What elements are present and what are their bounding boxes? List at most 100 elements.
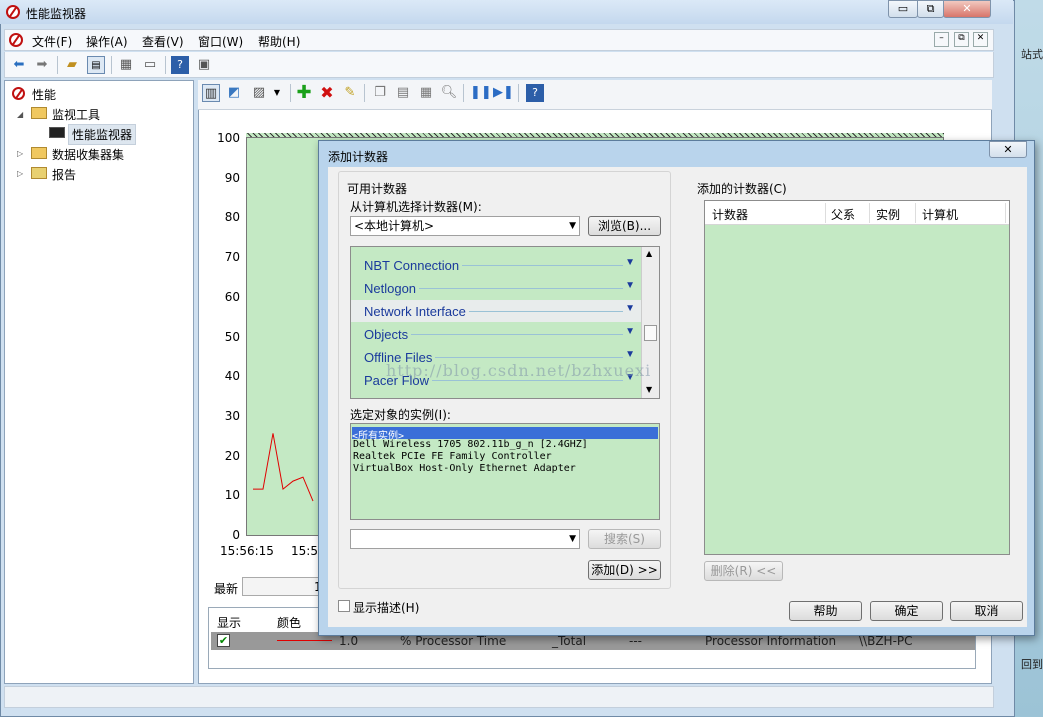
instance-item-all[interactable]: <所有实例> — [352, 427, 658, 442]
menu-file[interactable]: 文件(F) — [32, 33, 72, 50]
chevron-down-icon[interactable]: ▼ — [625, 349, 635, 360]
watermark-text: http://blog.csdn.net/bzhxuexi — [386, 361, 652, 380]
show-tree-icon[interactable]: ▤ — [87, 56, 105, 74]
change-graph-type-icon[interactable]: ◩ — [225, 84, 243, 102]
show-description-label: 显示描述(H) — [353, 601, 420, 615]
counter-item[interactable]: Netlogon ▼ — [351, 277, 641, 299]
chevron-down-icon[interactable]: ▼ — [569, 217, 576, 235]
delete-counter-icon[interactable]: ✖ — [318, 84, 336, 102]
ok-button[interactable]: 确定 — [870, 601, 943, 621]
properties-icon[interactable]: ▦ — [417, 84, 435, 102]
doc-restore-icon[interactable]: ⧉ — [954, 32, 969, 47]
title-bar[interactable]: 性能监视器 ▭ ⧉ ✕ — [0, 0, 1013, 24]
chevron-down-icon[interactable]: ▼ — [268, 84, 286, 102]
desktop-text-fragment: 回到 — [1021, 658, 1043, 671]
y-tick-label: 20 — [224, 448, 240, 463]
computer-combobox-value: <本地计算机> — [354, 219, 435, 233]
zoom-icon[interactable]: 🔍︎ — [440, 84, 458, 102]
folder-icon — [31, 147, 47, 159]
collapse-arrow-icon[interactable]: ▷ — [17, 149, 23, 158]
menu-help[interactable]: 帮助(H) — [258, 33, 300, 50]
view-graph-icon[interactable]: ▥ — [202, 84, 220, 102]
desktop-text-fragment: 站式 — [1021, 48, 1043, 61]
menu-view[interactable]: 查看(V) — [142, 33, 184, 50]
tree-item-monitor-tools[interactable]: 监视工具 — [52, 106, 100, 123]
menu-window[interactable]: 窗口(W) — [198, 33, 243, 50]
cancel-button[interactable]: 取消 — [950, 601, 1023, 621]
collapse-arrow-icon[interactable]: ▷ — [17, 169, 23, 178]
counter-item[interactable]: Network Interface ▼ — [351, 300, 641, 322]
browse-button[interactable]: 浏览(B)... — [588, 216, 661, 236]
print-icon[interactable]: ▭ — [141, 56, 159, 74]
menu-action[interactable]: 操作(A) — [86, 33, 128, 50]
legend-parent: --- — [629, 634, 642, 648]
scroll-thumb[interactable] — [644, 325, 657, 341]
add-counter-icon[interactable]: ✚ — [295, 84, 313, 102]
pause-icon[interactable]: ❚❚ — [470, 84, 492, 102]
y-tick-label: 0 — [232, 528, 240, 542]
up-folder-icon[interactable]: ▰ — [63, 56, 81, 74]
search-button[interactable]: 搜索(S) — [588, 529, 661, 549]
highlight-icon[interactable]: ✎ — [341, 84, 359, 102]
computer-combobox[interactable]: <本地计算机> ▼ — [350, 216, 580, 236]
show-description-checkbox[interactable] — [338, 600, 350, 612]
added-counters-list[interactable]: 计数器 父系 实例 计算机 — [704, 200, 1010, 555]
chevron-down-icon[interactable]: ▼ — [625, 303, 635, 314]
tree-item-perf-monitor[interactable]: 性能监视器 — [68, 124, 137, 145]
minimize-button[interactable]: ▭ — [888, 0, 918, 18]
counter-item[interactable]: NBT Connection ▼ — [351, 254, 641, 276]
chevron-down-icon[interactable]: ▼ — [569, 530, 576, 548]
chevron-down-icon[interactable]: ▼ — [625, 257, 635, 268]
instance-item[interactable]: Realtek PCIe FE Family Controller — [353, 451, 552, 462]
perf-root-icon — [12, 87, 25, 100]
update-data-icon[interactable]: ▶❚ — [493, 84, 514, 102]
dialog-close-button[interactable]: ✕ — [989, 141, 1027, 158]
legend-header-color: 颜色 — [277, 616, 302, 630]
y-tick-label: 60 — [224, 289, 240, 304]
copy-icon[interactable]: ❐ — [371, 84, 389, 102]
help-icon[interactable]: ? — [171, 56, 189, 74]
paste-icon[interactable]: ▤ — [394, 84, 412, 102]
scroll-up-icon[interactable]: ▲ — [646, 249, 652, 258]
chevron-down-icon[interactable]: ▼ — [625, 326, 635, 337]
expand-arrow-icon[interactable]: ◢ — [17, 110, 23, 119]
y-tick-label: 10 — [224, 488, 240, 503]
tree-item-data-collector-sets[interactable]: 数据收集器集 — [52, 146, 124, 163]
graph-type-menu-icon[interactable]: ▨ — [250, 84, 268, 102]
status-bar — [4, 686, 994, 708]
properties-icon[interactable]: ▦ — [117, 56, 135, 74]
maximize-button[interactable]: ⧉ — [917, 0, 944, 18]
forward-arrow-icon[interactable]: ➡ — [33, 56, 51, 74]
doc-minimize-icon[interactable]: – — [934, 32, 949, 47]
y-tick-label: 50 — [224, 329, 240, 344]
help-icon[interactable]: ? — [526, 84, 544, 102]
column-header-counter[interactable]: 计数器 — [712, 206, 748, 223]
remove-button[interactable]: 删除(R) << — [704, 561, 783, 581]
add-button[interactable]: 添加(D) >> — [588, 560, 661, 580]
legend-show-checkbox[interactable]: ✔ — [217, 634, 230, 647]
search-combobox[interactable]: ▼ — [350, 529, 580, 549]
instance-item[interactable]: VirtualBox Host-Only Ethernet Adapter — [353, 463, 576, 474]
counter-item[interactable]: Objects ▼ — [351, 323, 641, 345]
instances-list[interactable]: <所有实例> Dell Wireless 1705 802.11b_g_n [2… — [350, 423, 660, 520]
monitor-chart-icon — [49, 127, 65, 138]
window-title: 性能监视器 — [26, 7, 87, 21]
monitor-toolbar: ▥ ◩ ▨ ▼ ✚ ✖ ✎ ❐ ▤ ▦ 🔍︎ ❚❚ ▶❚ ? — [198, 80, 992, 110]
instance-item[interactable]: Dell Wireless 1705 802.11b_g_n [2.4GHZ] — [353, 439, 588, 450]
column-header-parent[interactable]: 父系 — [831, 206, 855, 223]
console-icon[interactable]: ▣ — [195, 56, 213, 74]
column-header-instance[interactable]: 实例 — [876, 206, 900, 223]
close-button[interactable]: ✕ — [943, 0, 991, 18]
tree-item-reports[interactable]: 报告 — [52, 166, 76, 183]
back-arrow-icon[interactable]: ⬅ — [10, 56, 28, 74]
document-icon[interactable] — [9, 33, 23, 47]
doc-close-icon[interactable]: ✕ — [973, 32, 988, 47]
chevron-down-icon[interactable]: ▼ — [625, 280, 635, 291]
help-button[interactable]: 帮助 — [789, 601, 862, 621]
column-header-computer[interactable]: 计算机 — [922, 206, 958, 223]
latest-value-box — [242, 577, 322, 596]
legend-header-show: 显示 — [217, 616, 242, 630]
added-counters-label: 添加的计数器(C) — [697, 182, 787, 196]
scroll-down-icon[interactable]: ▼ — [646, 385, 652, 394]
tree-item-performance[interactable]: 性能 — [32, 86, 56, 103]
